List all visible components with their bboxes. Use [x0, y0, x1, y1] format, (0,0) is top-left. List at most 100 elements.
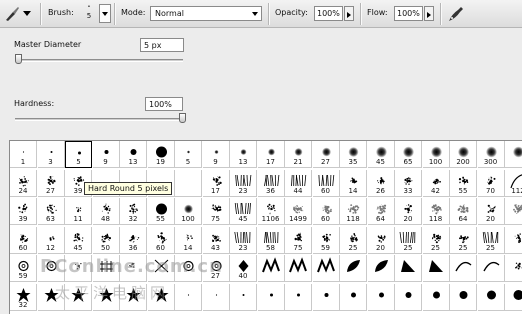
- brush-preset-scatter[interactable]: 26: [367, 169, 395, 197]
- brush-preset-hard-round[interactable]: 13: [120, 141, 147, 168]
- brush-preset-soft-round[interactable]: 100: [175, 198, 202, 225]
- hardness-slider[interactable]: [15, 118, 183, 121]
- brush-preset-hard-round[interactable]: [477, 283, 505, 311]
- brush-preset-star[interactable]: 32: [10, 283, 37, 311]
- brush-preset-hard-round[interactable]: [230, 283, 257, 311]
- airbrush-icon[interactable]: [446, 4, 466, 24]
- brush-preset-wedge[interactable]: [422, 255, 450, 282]
- tool-preset-dropdown-icon[interactable]: [23, 9, 31, 17]
- brush-preset-hard-round[interactable]: [340, 283, 367, 311]
- brush-preset-scatter[interactable]: 25: [340, 226, 367, 254]
- master-diameter-slider-thumb[interactable]: [15, 54, 23, 64]
- brush-preset-soft-round[interactable]: 9: [202, 141, 230, 168]
- brush-preset-scatter[interactable]: 43: [202, 226, 230, 254]
- brush-preset-hard-round[interactable]: 1: [10, 141, 37, 168]
- brush-tool-icon[interactable]: [3, 5, 21, 23]
- brush-preset-leaf[interactable]: [367, 255, 395, 282]
- brush-preset-zigzag[interactable]: [312, 255, 340, 282]
- brush-preset-texture[interactable]: 118: [422, 198, 450, 225]
- brush-preset-hard-round[interactable]: [175, 283, 202, 311]
- brush-picker-dropdown-button[interactable]: [99, 4, 111, 23]
- brush-preset-scatter[interactable]: 25: [422, 226, 450, 254]
- brush-preset-scatter[interactable]: 33: [395, 169, 422, 197]
- brush-preset-scatter[interactable]: [505, 227, 522, 254]
- master-diameter-input[interactable]: 5 px: [140, 38, 184, 52]
- brush-preset-zigzag[interactable]: [285, 255, 312, 282]
- brush-preset-scatter[interactable]: 20: [367, 226, 395, 254]
- brush-preset-grass[interactable]: 45: [230, 198, 257, 225]
- brush-preset-dots[interactable]: 12: [37, 226, 65, 254]
- brush-preset-scatter[interactable]: 20: [477, 198, 505, 225]
- brush-preset-diamond[interactable]: 40: [230, 255, 257, 282]
- brush-preset-curve[interactable]: [450, 255, 477, 282]
- brush-preset-scatter[interactable]: 27: [37, 169, 65, 197]
- brush-preset-grass[interactable]: 23: [230, 169, 257, 197]
- flow-slider-toggle[interactable]: [424, 6, 434, 21]
- hardness-slider-thumb[interactable]: [179, 113, 186, 123]
- brush-preset-scatter[interactable]: 1106: [257, 198, 285, 225]
- brush-preset-grass[interactable]: 25: [395, 226, 422, 254]
- brush-preset-leaf[interactable]: [340, 255, 367, 282]
- master-diameter-slider[interactable]: [15, 59, 183, 62]
- brush-preset-soft-round[interactable]: 27: [312, 141, 340, 168]
- brush-preset-texture[interactable]: 64: [450, 198, 477, 225]
- brush-preset-scatter[interactable]: 17: [202, 169, 230, 197]
- brush-preset-scatter[interactable]: 48: [92, 198, 120, 225]
- brush-preset-hard-round[interactable]: [285, 283, 312, 311]
- brush-preset-texture[interactable]: 64: [367, 198, 395, 225]
- brush-preset-soft-round[interactable]: [505, 141, 522, 168]
- brush-preset-texture[interactable]: 118: [340, 198, 367, 225]
- brush-preset-grass[interactable]: 58: [257, 226, 285, 254]
- brush-preset-dots[interactable]: 14: [175, 226, 202, 254]
- brush-preset-scatter[interactable]: 25: [450, 226, 477, 254]
- brush-preset-scatter[interactable]: 59: [312, 226, 340, 254]
- brush-preset-scatter[interactable]: 20: [395, 198, 422, 225]
- brush-preset-hard-round[interactable]: 19: [147, 141, 175, 168]
- brush-preset-soft-round[interactable]: 21: [285, 141, 312, 168]
- brush-preset-soft-round[interactable]: 35: [340, 141, 367, 168]
- brush-preset-ring[interactable]: 59: [10, 255, 37, 282]
- brush-preset-hard-round[interactable]: 5: [65, 141, 92, 168]
- brush-preset-soft-round[interactable]: 13: [230, 141, 257, 168]
- brush-preset-scatter[interactable]: 70: [477, 169, 505, 197]
- brush-preset-blank[interactable]: [175, 169, 202, 197]
- brush-preset-hard-round[interactable]: [257, 283, 285, 311]
- brush-preset-soft-round[interactable]: 45: [367, 141, 395, 168]
- brush-preset-stroke[interactable]: 112: [505, 170, 522, 197]
- brush-preset-grass[interactable]: 23: [230, 226, 257, 254]
- brush-preset-scatter[interactable]: 24: [10, 169, 37, 197]
- brush-preset-soft-round[interactable]: 200: [450, 141, 477, 168]
- brush-preset-texture[interactable]: 60: [312, 198, 340, 225]
- brush-preset-hard-round[interactable]: [312, 283, 340, 311]
- brush-preset-scatter[interactable]: 60: [147, 226, 175, 254]
- brush-preset-scatter[interactable]: 63: [37, 198, 65, 225]
- brush-preset-scatter[interactable]: 60: [10, 226, 37, 254]
- brush-preset-scatter[interactable]: 14: [340, 169, 367, 197]
- brush-preset-scatter[interactable]: 39: [10, 198, 37, 225]
- brush-preset-scatter[interactable]: 75: [202, 198, 230, 225]
- mode-select[interactable]: Normal: [150, 6, 262, 21]
- opacity-slider-toggle[interactable]: [344, 6, 354, 21]
- brush-preset-zigzag[interactable]: [257, 255, 285, 282]
- opacity-input[interactable]: 100%: [314, 6, 343, 21]
- brush-preset-soft-round[interactable]: 17: [257, 141, 285, 168]
- brush-preset-scatter[interactable]: 32: [120, 198, 147, 225]
- brush-preset-grass[interactable]: 36: [257, 169, 285, 197]
- hardness-input[interactable]: 100%: [145, 97, 183, 111]
- brush-preset-dots[interactable]: [505, 255, 522, 282]
- brush-preset-dots[interactable]: 11: [65, 198, 92, 225]
- brush-preset-soft-round[interactable]: 5: [175, 141, 202, 168]
- brush-preset-scatter[interactable]: 55: [450, 169, 477, 197]
- brush-preset-curve[interactable]: [477, 255, 505, 282]
- brush-preset-soft-round[interactable]: 300: [477, 141, 505, 168]
- brush-preset-hard-round[interactable]: [202, 283, 230, 311]
- brush-preset-scatter[interactable]: 75: [285, 226, 312, 254]
- brush-preset-hard-round[interactable]: [422, 283, 450, 311]
- brush-preset-hard-round[interactable]: 55: [147, 198, 175, 225]
- brush-preset-grass[interactable]: 25: [477, 226, 505, 254]
- brush-preset-scatter[interactable]: 45: [65, 226, 92, 254]
- brush-preset-scatter[interactable]: 50: [92, 226, 120, 254]
- brush-preset-texture[interactable]: [505, 198, 522, 225]
- flow-input[interactable]: 100%: [394, 6, 423, 21]
- brush-preset-hard-round[interactable]: [450, 283, 477, 311]
